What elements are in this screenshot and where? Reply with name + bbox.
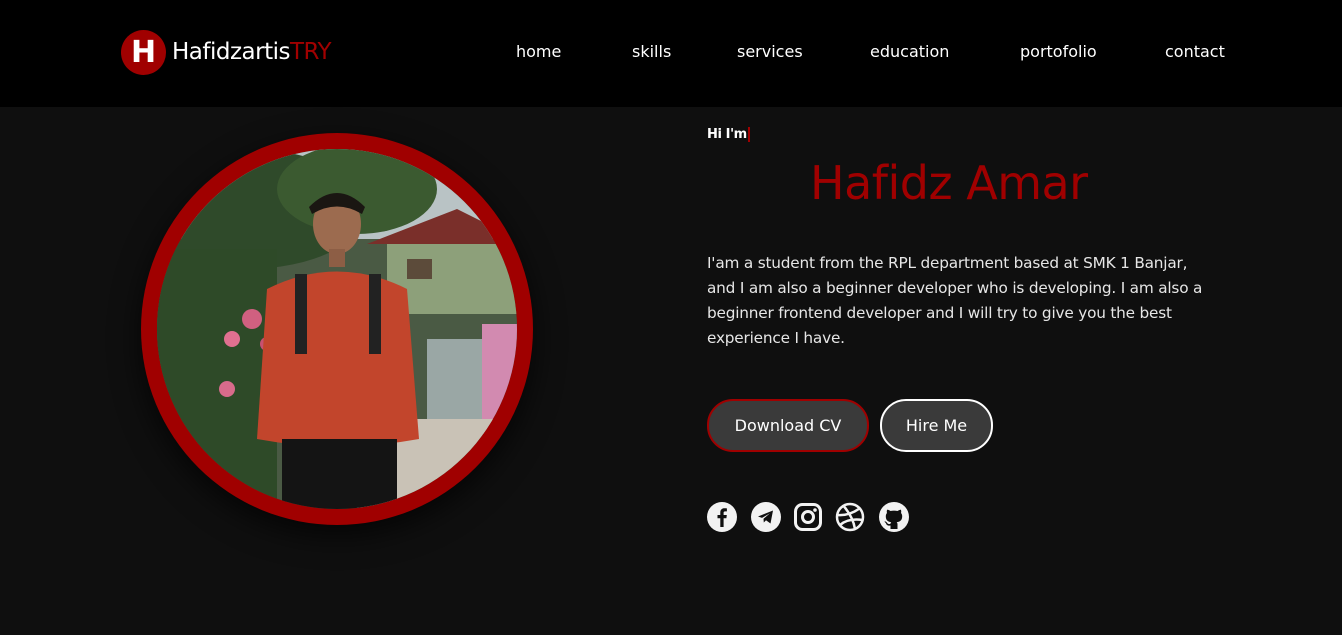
- hire-me-button[interactable]: Hire Me: [880, 399, 993, 452]
- nav-contact[interactable]: contact: [1165, 42, 1225, 62]
- profile-photo-illustration: [157, 149, 517, 509]
- nav-skills[interactable]: skills: [632, 42, 671, 62]
- facebook-icon[interactable]: [707, 502, 737, 532]
- dribbble-icon[interactable]: [835, 502, 865, 532]
- nav-services[interactable]: services: [737, 42, 803, 62]
- logo-badge[interactable]: H: [121, 30, 166, 75]
- nav-portofolio[interactable]: portofolio: [1020, 42, 1097, 62]
- site-header: H HafidzartisTRY home skills services ed…: [0, 0, 1342, 107]
- telegram-icon[interactable]: [751, 502, 781, 532]
- profile-photo: [157, 149, 517, 509]
- hero-name: Hafidz Amar: [810, 156, 1088, 210]
- brand-accent: TRY: [290, 39, 332, 65]
- download-cv-button[interactable]: Download CV: [707, 399, 869, 452]
- nav-education[interactable]: education: [870, 42, 949, 62]
- nav-home[interactable]: home: [516, 42, 561, 62]
- greeting-text: Hi I'm: [707, 127, 747, 142]
- instagram-icon[interactable]: [793, 502, 823, 532]
- hero-bio: I'am a student from the RPL department b…: [707, 254, 1203, 347]
- brand-logo[interactable]: HafidzartisTRY: [172, 38, 332, 66]
- typing-cursor: [748, 127, 750, 142]
- brand-name: Hafidzartis: [172, 39, 291, 65]
- github-icon[interactable]: [879, 502, 909, 532]
